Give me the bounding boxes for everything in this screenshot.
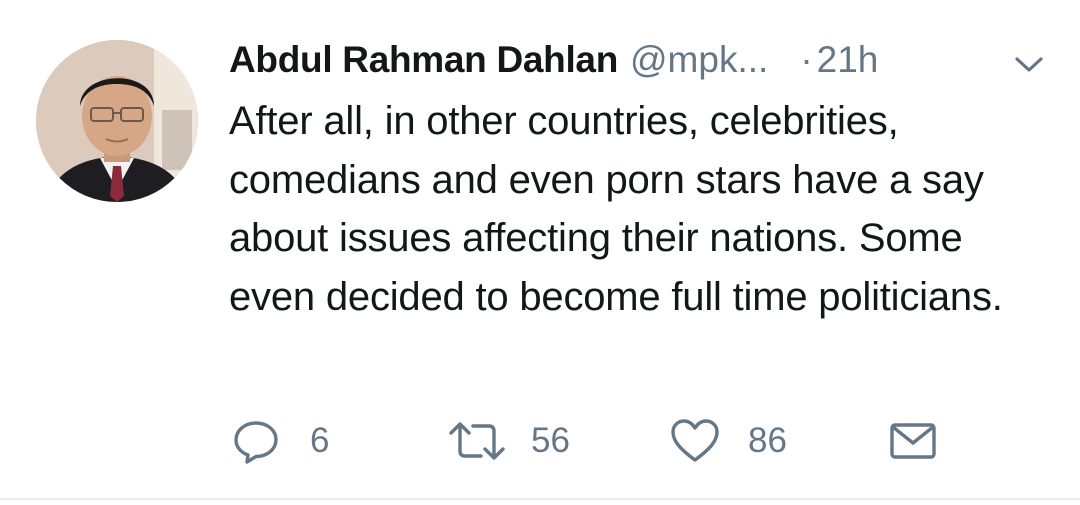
author-name[interactable]: Abdul Rahman Dahlan	[229, 39, 618, 81]
like-count: 86	[748, 421, 787, 460]
reply-count: 6	[310, 421, 330, 460]
envelope-icon	[888, 417, 938, 465]
retweet-icon	[447, 417, 507, 465]
author-handle[interactable]: @mpk...	[630, 39, 768, 81]
reply-button[interactable]: 6	[232, 416, 329, 466]
heart-icon	[670, 417, 720, 465]
tweet[interactable]: Abdul Rahman Dahlan @mpk... · 21h After …	[0, 0, 1080, 500]
separator-dot: ·	[800, 39, 813, 80]
timestamp[interactable]: 21h	[817, 39, 879, 81]
like-button[interactable]: 86	[670, 416, 787, 466]
retweet-button[interactable]: 56	[447, 416, 570, 466]
direct-message-button[interactable]	[888, 416, 938, 466]
tweet-text: After all, in other countries, celebriti…	[229, 99, 1003, 319]
tweet-actions: 6 56 86	[0, 416, 1080, 466]
chevron-down-icon[interactable]	[1012, 52, 1046, 76]
tweet-header: Abdul Rahman Dahlan @mpk... · 21h	[229, 36, 878, 84]
retweet-count: 56	[531, 421, 570, 460]
divider	[0, 498, 1080, 500]
reply-icon	[232, 417, 280, 465]
avatar[interactable]	[36, 40, 198, 202]
